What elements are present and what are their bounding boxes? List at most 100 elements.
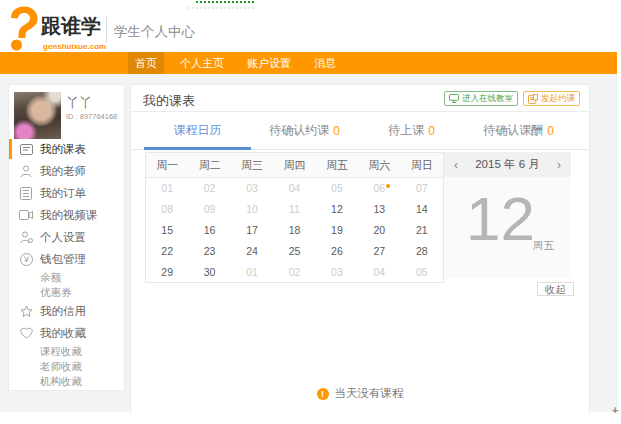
sidebar-item-4[interactable]: 个人设置: [9, 226, 124, 248]
calendar-day-09[interactable]: 09: [188, 199, 230, 220]
favorites-heart-icon: [19, 326, 33, 340]
sidebar-subitem-7-1[interactable]: 老师收藏: [9, 359, 124, 374]
sidebar-item-7[interactable]: 我的收藏: [9, 322, 124, 344]
sidebar-item-6[interactable]: 我的信用: [9, 300, 124, 322]
calendar-day-02[interactable]: 02: [188, 178, 230, 199]
calendar-day-18[interactable]: 18: [273, 220, 315, 241]
main-titlebar: 我的课表 进入在线教室 发起约课: [131, 85, 589, 112]
profile-id: ID : 897764168: [66, 112, 117, 121]
calendar-day-16[interactable]: 16: [188, 220, 230, 241]
screenshot-artifact-plus: +: [612, 404, 618, 416]
monitor-icon: [449, 94, 459, 103]
weekday-label: 周六: [358, 153, 400, 177]
sidebar: 丫丫 ID : 897764168 我的课表我的老师我的订单我的视频课个人设置钱…: [8, 84, 125, 391]
calendar-day-02[interactable]: 02: [273, 262, 315, 283]
prev-month-arrow-icon[interactable]: ‹: [444, 158, 468, 172]
selected-day-number: 12: [466, 183, 535, 254]
calendar-day-01[interactable]: 01: [231, 262, 273, 283]
calendar-row: 15161718192021: [146, 220, 443, 241]
calendar-day-25[interactable]: 25: [273, 241, 315, 262]
calendar-day-03[interactable]: 03: [316, 262, 358, 283]
screenshot-artifact-gray-dots: [188, 7, 254, 9]
calendar-day-05[interactable]: 05: [316, 178, 358, 199]
calendar-day-21[interactable]: 21: [401, 220, 443, 241]
page-subtitle: 学生个人中心: [114, 23, 195, 41]
sidebar-menu: 我的课表我的老师我的订单我的视频课个人设置钱包管理余额优惠券我的信用我的收藏课程…: [9, 138, 124, 389]
calendar-row: 08091011121314: [146, 199, 443, 220]
calendar-table: 周一周二周三周四周五周六周日 0102030405060708091011121…: [145, 152, 444, 283]
sidebar-item-label: 钱包管理: [40, 252, 86, 267]
initiate-booking-button[interactable]: 发起约课: [523, 91, 580, 106]
nav-item-1[interactable]: 个人主页: [173, 52, 231, 74]
logo-text[interactable]: 跟谁学: [41, 13, 101, 40]
sidebar-item-0[interactable]: 我的课表: [9, 138, 124, 160]
nav-item-0[interactable]: 首页: [128, 52, 164, 74]
tab-3[interactable]: 待确认课酬0: [465, 112, 572, 149]
booking-icon: [528, 94, 538, 104]
calendar-day-07[interactable]: 07: [401, 178, 443, 199]
calendar-row: 22232425262728: [146, 241, 443, 262]
calendar-day-14[interactable]: 14: [401, 199, 443, 220]
tab-2[interactable]: 待上课0: [358, 112, 465, 149]
calendar-day-03[interactable]: 03: [231, 178, 273, 199]
tab-0[interactable]: 课程日历: [144, 112, 251, 149]
sidebar-subitem-5-0[interactable]: 余额: [9, 270, 124, 285]
calendar-day-05[interactable]: 05: [401, 262, 443, 283]
sidebar-item-label: 我的老师: [40, 164, 86, 179]
avatar[interactable]: [14, 92, 61, 139]
enter-online-classroom-button[interactable]: 进入在线教室: [444, 91, 518, 106]
calendar-day-23[interactable]: 23: [188, 241, 230, 262]
sidebar-subitem-7-0[interactable]: 课程收藏: [9, 344, 124, 359]
sidebar-item-1[interactable]: 我的老师: [9, 160, 124, 182]
calendar-day-11[interactable]: 11: [273, 199, 315, 220]
selected-date-display: 12 周五: [444, 177, 571, 278]
notice-text: 当天没有课程: [335, 386, 404, 401]
calendar-day-29[interactable]: 29: [146, 262, 188, 283]
calendar-day-10[interactable]: 10: [231, 199, 273, 220]
calendar-day-27[interactable]: 27: [358, 241, 400, 262]
calendar-day-04[interactable]: 04: [358, 262, 400, 283]
sidebar-item-label: 我的信用: [40, 304, 86, 319]
sidebar-subitem-5-1[interactable]: 优惠券: [9, 285, 124, 300]
nav-item-3[interactable]: 消息: [307, 52, 343, 74]
screenshot-artifact-green-dots: [196, 1, 254, 3]
calendar-day-12[interactable]: 12: [316, 199, 358, 220]
calendar-day-30[interactable]: 30: [188, 262, 230, 283]
sidebar-item-label: 我的收藏: [40, 326, 86, 341]
calendar-day-28[interactable]: 28: [401, 241, 443, 262]
weekday-label: 周一: [146, 153, 188, 177]
tab-1[interactable]: 待确认约课0: [251, 112, 358, 149]
calendar-day-01[interactable]: 01: [146, 178, 188, 199]
sidebar-item-label: 我的课表: [40, 142, 86, 157]
main-panel: 我的课表 进入在线教室 发起约课 课程日历待确认约课0待上课0待确认课酬0 周一…: [130, 84, 590, 413]
sidebar-item-2[interactable]: 我的订单: [9, 182, 124, 204]
no-course-notice: ! 当天没有课程: [131, 386, 589, 401]
tab-count: 0: [547, 124, 554, 138]
calendar-day-19[interactable]: 19: [316, 220, 358, 241]
schedule-icon: [19, 142, 33, 156]
sidebar-subitem-7-2[interactable]: 机构收藏: [9, 374, 124, 389]
sidebar-item-5[interactable]: 钱包管理: [9, 248, 124, 270]
tab-count: 0: [428, 124, 435, 138]
calendar-day-17[interactable]: 17: [231, 220, 273, 241]
calendar-body: 0102030405060708091011121314151617181920…: [146, 178, 443, 283]
next-month-arrow-icon[interactable]: ›: [547, 158, 571, 172]
course-dot-icon: [386, 184, 390, 188]
teacher-icon: [19, 164, 33, 178]
calendar-day-06[interactable]: 06: [358, 178, 400, 199]
profile-name: 丫丫: [66, 94, 92, 112]
collapse-button[interactable]: 收起: [537, 282, 574, 296]
calendar-day-20[interactable]: 20: [358, 220, 400, 241]
calendar-day-08[interactable]: 08: [146, 199, 188, 220]
calendar-day-24[interactable]: 24: [231, 241, 273, 262]
calendar-day-26[interactable]: 26: [316, 241, 358, 262]
calendar-row: 01020304050607: [146, 178, 443, 199]
calendar-day-15[interactable]: 15: [146, 220, 188, 241]
calendar-day-13[interactable]: 13: [358, 199, 400, 220]
wallet-icon: [19, 252, 33, 266]
month-navigator: ‹ 2015 年 6 月 ›: [444, 152, 571, 177]
calendar-day-22[interactable]: 22: [146, 241, 188, 262]
nav-item-2[interactable]: 账户设置: [240, 52, 298, 74]
sidebar-item-3[interactable]: 我的视频课: [9, 204, 124, 226]
calendar-day-04[interactable]: 04: [273, 178, 315, 199]
